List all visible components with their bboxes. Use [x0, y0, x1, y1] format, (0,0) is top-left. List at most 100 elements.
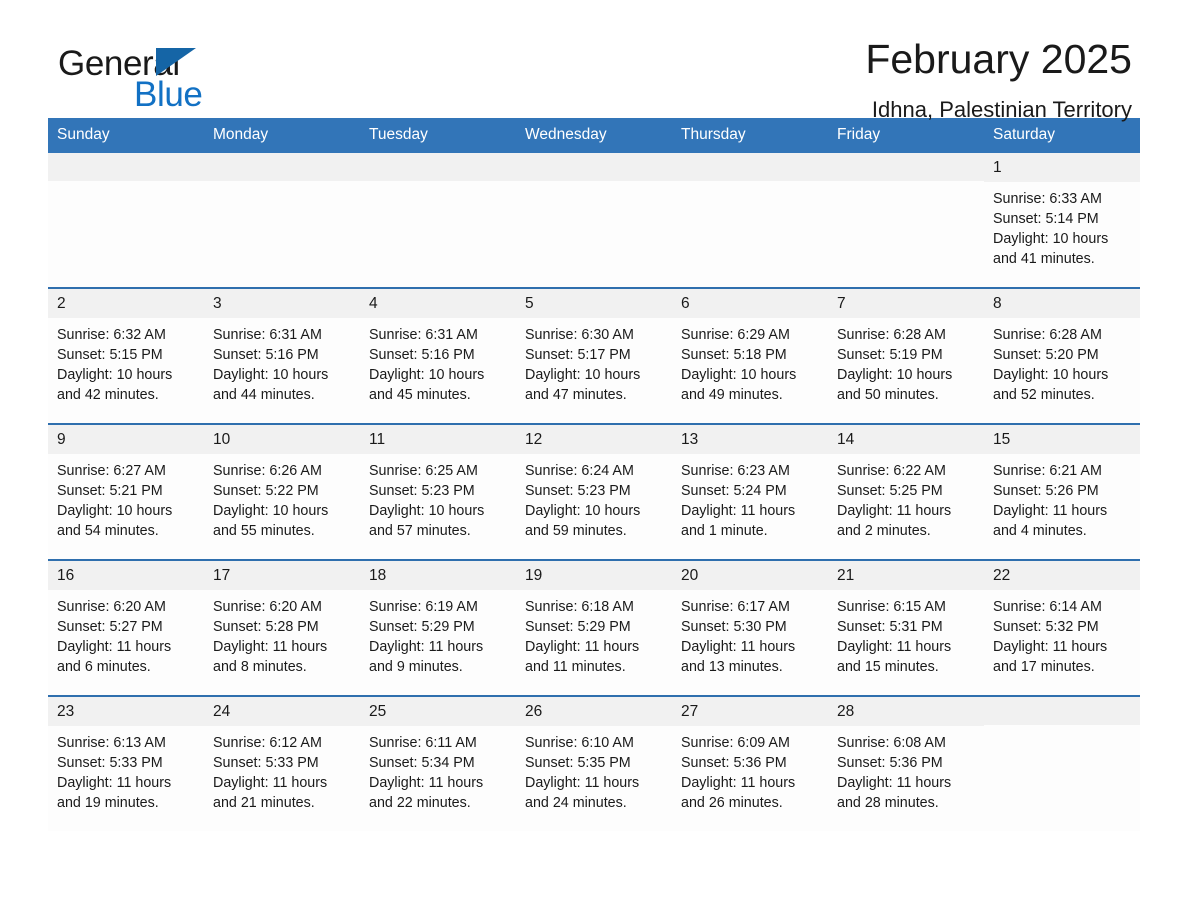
calendar-day-cell[interactable]: 4 Sunrise: 6:31 AM Sunset: 5:16 PM Daylight… — [360, 287, 516, 424]
day-details: Sunrise: 6:22 AM Sunset: 5:25 PM Daylight:… — [828, 454, 984, 541]
calendar-week-row: 16 Sunrise: 6:20 AM Sunset: 5:27 PM Dayligh… — [48, 559, 1140, 696]
sunset-text: Sunset: 5:36 PM — [681, 755, 787, 771]
sunrise-text: Sunrise: 6:14 AM — [993, 599, 1102, 615]
daylight-text: Daylight: 11 hours and 2 minutes. — [837, 503, 952, 539]
calendar-day-cell[interactable]: 16 Sunrise: 6:20 AM Sunset: 5:27 PM Dayligh… — [48, 559, 204, 696]
calendar-day-cell[interactable]: 9 Sunrise: 6:27 AM Sunset: 5:21 PM Daylight… — [48, 423, 204, 560]
sunrise-text: Sunrise: 6:29 AM — [681, 327, 790, 343]
daylight-text: Daylight: 11 hours and 1 minute. — [681, 503, 796, 539]
daylight-text: Daylight: 11 hours and 11 minutes. — [525, 639, 640, 675]
calendar-day-cell[interactable]: 2 Sunrise: 6:32 AM Sunset: 5:15 PM Daylight… — [48, 287, 204, 424]
calendar-day-cell[interactable]: 6 Sunrise: 6:29 AM Sunset: 5:18 PM Daylight… — [672, 287, 828, 424]
calendar-day-cell[interactable]: 23 Sunrise: 6:13 AM Sunset: 5:33 PM Dayligh… — [48, 695, 204, 831]
calendar-day-cell[interactable]: 12 Sunrise: 6:24 AM Sunset: 5:23 PM Dayligh… — [516, 423, 672, 560]
calendar-day-cell[interactable]: 21 Sunrise: 6:15 AM Sunset: 5:31 PM Dayligh… — [828, 559, 984, 696]
day-details: Sunrise: 6:33 AM Sunset: 5:14 PM Daylight:… — [984, 182, 1140, 269]
calendar-day-cell-empty — [516, 153, 672, 288]
daylight-text: Daylight: 10 hours and 41 minutes. — [993, 231, 1109, 267]
day-number: 1 — [984, 153, 1140, 182]
daylight-text: Daylight: 11 hours and 9 minutes. — [369, 639, 484, 675]
calendar-day-cell[interactable]: 27 Sunrise: 6:09 AM Sunset: 5:36 PM Dayligh… — [672, 695, 828, 831]
day-number: 18 — [360, 561, 516, 590]
day-details: Sunrise: 6:28 AM Sunset: 5:20 PM Daylight:… — [984, 318, 1140, 405]
calendar-day-cell[interactable]: 17 Sunrise: 6:20 AM Sunset: 5:28 PM Dayligh… — [204, 559, 360, 696]
sunrise-text: Sunrise: 6:18 AM — [525, 599, 634, 615]
weekday-header-thursday: Thursday — [672, 118, 828, 153]
weekday-header-tuesday: Tuesday — [360, 118, 516, 153]
day-number: 11 — [360, 425, 516, 454]
sunset-text: Sunset: 5:14 PM — [993, 211, 1099, 227]
calendar-day-cell[interactable]: 15 Sunrise: 6:21 AM Sunset: 5:26 PM Dayligh… — [984, 423, 1140, 560]
sunset-text: Sunset: 5:27 PM — [57, 619, 163, 635]
calendar-day-cell[interactable]: 3 Sunrise: 6:31 AM Sunset: 5:16 PM Daylight… — [204, 287, 360, 424]
day-number: 23 — [48, 697, 204, 726]
daylight-text: Daylight: 10 hours and 59 minutes. — [525, 503, 641, 539]
day-details: Sunrise: 6:12 AM Sunset: 5:33 PM Daylight:… — [204, 726, 360, 813]
calendar-day-cell[interactable]: 22 Sunrise: 6:14 AM Sunset: 5:32 PM Dayligh… — [984, 559, 1140, 696]
day-details: Sunrise: 6:19 AM Sunset: 5:29 PM Daylight:… — [360, 590, 516, 677]
calendar-week-row: 2 Sunrise: 6:32 AM Sunset: 5:15 PM Daylight… — [48, 287, 1140, 424]
day-details: Sunrise: 6:26 AM Sunset: 5:22 PM Daylight:… — [204, 454, 360, 541]
day-number — [516, 153, 672, 181]
sunrise-text: Sunrise: 6:13 AM — [57, 735, 166, 751]
calendar-day-cell[interactable]: 26 Sunrise: 6:10 AM Sunset: 5:35 PM Dayligh… — [516, 695, 672, 831]
sunrise-text: Sunrise: 6:12 AM — [213, 735, 322, 751]
day-details: Sunrise: 6:30 AM Sunset: 5:17 PM Daylight:… — [516, 318, 672, 405]
calendar-day-cell[interactable]: 18 Sunrise: 6:19 AM Sunset: 5:29 PM Dayligh… — [360, 559, 516, 696]
sunset-text: Sunset: 5:28 PM — [213, 619, 319, 635]
calendar-day-cell[interactable]: 1 Sunrise: 6:33 AM Sunset: 5:14 PM Daylight… — [984, 153, 1140, 288]
day-details: Sunrise: 6:31 AM Sunset: 5:16 PM Daylight:… — [360, 318, 516, 405]
sunset-text: Sunset: 5:24 PM — [681, 483, 787, 499]
calendar-day-cell[interactable]: 10 Sunrise: 6:26 AM Sunset: 5:22 PM Dayligh… — [204, 423, 360, 560]
calendar-day-cell[interactable]: 28 Sunrise: 6:08 AM Sunset: 5:36 PM Dayligh… — [828, 695, 984, 831]
daylight-text: Daylight: 11 hours and 28 minutes. — [837, 775, 952, 811]
sunrise-text: Sunrise: 6:25 AM — [369, 463, 478, 479]
sunrise-text: Sunrise: 6:28 AM — [837, 327, 946, 343]
calendar-day-cell[interactable]: 7 Sunrise: 6:28 AM Sunset: 5:19 PM Daylight… — [828, 287, 984, 424]
day-number — [672, 153, 828, 181]
calendar-day-cell[interactable]: 5 Sunrise: 6:30 AM Sunset: 5:17 PM Daylight… — [516, 287, 672, 424]
weekday-header-wednesday: Wednesday — [516, 118, 672, 153]
sunset-text: Sunset: 5:23 PM — [525, 483, 631, 499]
sunrise-text: Sunrise: 6:31 AM — [213, 327, 322, 343]
sunset-text: Sunset: 5:16 PM — [369, 347, 475, 363]
sunset-text: Sunset: 5:33 PM — [213, 755, 319, 771]
sunset-text: Sunset: 5:22 PM — [213, 483, 319, 499]
day-number — [48, 153, 204, 181]
general-blue-logo[interactable]: General Blue — [58, 46, 308, 116]
sunset-text: Sunset: 5:32 PM — [993, 619, 1099, 635]
calendar-day-cell[interactable]: 11 Sunrise: 6:25 AM Sunset: 5:23 PM Dayligh… — [360, 423, 516, 560]
daylight-text: Daylight: 11 hours and 19 minutes. — [57, 775, 172, 811]
sunrise-text: Sunrise: 6:11 AM — [369, 735, 477, 751]
weekday-header-sunday: Sunday — [48, 118, 204, 153]
sunrise-text: Sunrise: 6:15 AM — [837, 599, 946, 615]
day-details: Sunrise: 6:17 AM Sunset: 5:30 PM Daylight:… — [672, 590, 828, 677]
daylight-text: Daylight: 10 hours and 57 minutes. — [369, 503, 485, 539]
sunrise-text: Sunrise: 6:08 AM — [837, 735, 946, 751]
calendar-day-cell[interactable]: 19 Sunrise: 6:18 AM Sunset: 5:29 PM Dayligh… — [516, 559, 672, 696]
day-details: Sunrise: 6:15 AM Sunset: 5:31 PM Daylight:… — [828, 590, 984, 677]
sunset-text: Sunset: 5:30 PM — [681, 619, 787, 635]
weekday-header-row: Sunday Monday Tuesday Wednesday Thursday… — [48, 118, 1140, 153]
calendar-day-cell[interactable]: 8 Sunrise: 6:28 AM Sunset: 5:20 PM Daylight… — [984, 287, 1140, 424]
sunset-text: Sunset: 5:36 PM — [837, 755, 943, 771]
location-subtitle: Idhna, Palestinian Territory — [871, 97, 1132, 123]
sunset-text: Sunset: 5:15 PM — [57, 347, 163, 363]
sunrise-text: Sunrise: 6:20 AM — [213, 599, 322, 615]
day-details: Sunrise: 6:23 AM Sunset: 5:24 PM Daylight:… — [672, 454, 828, 541]
day-number: 16 — [48, 561, 204, 590]
day-details: Sunrise: 6:27 AM Sunset: 5:21 PM Daylight:… — [48, 454, 204, 541]
calendar-day-cell[interactable]: 13 Sunrise: 6:23 AM Sunset: 5:24 PM Dayligh… — [672, 423, 828, 560]
flag-triangle-icon — [156, 48, 196, 76]
calendar-day-cell[interactable]: 14 Sunrise: 6:22 AM Sunset: 5:25 PM Dayligh… — [828, 423, 984, 560]
calendar-day-cell[interactable]: 24 Sunrise: 6:12 AM Sunset: 5:33 PM Dayligh… — [204, 695, 360, 831]
sunset-text: Sunset: 5:20 PM — [993, 347, 1099, 363]
sunrise-text: Sunrise: 6:28 AM — [993, 327, 1102, 343]
day-number: 27 — [672, 697, 828, 726]
sunrise-text: Sunrise: 6:22 AM — [837, 463, 946, 479]
daylight-text: Daylight: 10 hours and 47 minutes. — [525, 367, 641, 403]
calendar-day-cell[interactable]: 20 Sunrise: 6:17 AM Sunset: 5:30 PM Dayligh… — [672, 559, 828, 696]
calendar-table: Sunday Monday Tuesday Wednesday Thursday… — [48, 118, 1140, 831]
sunset-text: Sunset: 5:29 PM — [525, 619, 631, 635]
calendar-day-cell[interactable]: 25 Sunrise: 6:11 AM Sunset: 5:34 PM Dayligh… — [360, 695, 516, 831]
